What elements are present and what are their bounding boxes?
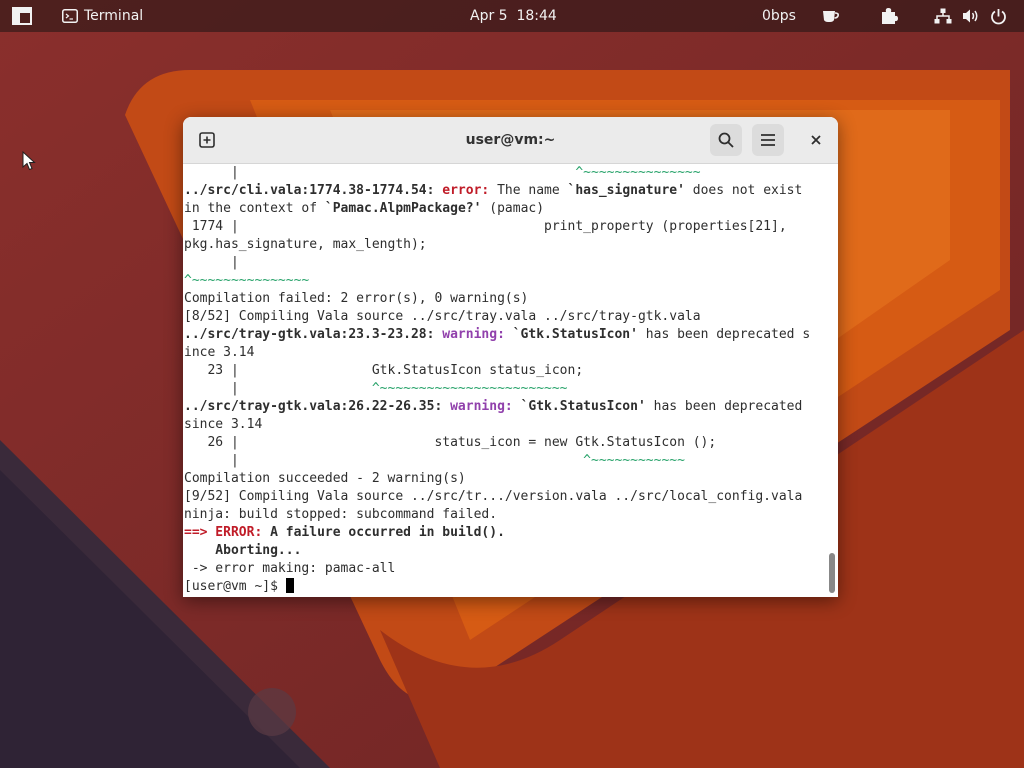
search-icon [718,132,734,148]
terminal-text-segment: does not exist [684,183,803,198]
terminal-text-segment: | [184,381,372,396]
terminal-line: ../src/cli.vala:1774.38-1774.54: error: … [183,182,823,200]
app-menu-label: Terminal [84,8,144,24]
terminal-text-segment: 1774 | print_property (properties[21], [184,219,787,234]
extensions-icon[interactable] [880,0,898,32]
terminal-line: since 3.14 [183,416,823,434]
terminal-text-segment: ../src/tray-gtk.vala:23.3-23.28: [184,327,443,342]
terminal-line: [8/52] Compiling Vala source ../src/tray… [183,308,823,326]
network-icon[interactable] [934,0,952,32]
terminal-text-segment: Compilation succeeded - 2 warning(s) [184,471,466,486]
volume-icon[interactable] [962,0,980,32]
terminal-line: | ^~~~~~~~~~~~~~~~ [183,164,823,182]
new-tab-button[interactable] [191,124,223,156]
terminal-line: Aborting... [183,542,823,560]
terminal-line: ninja: build stopped: subcommand failed. [183,506,823,524]
text-cursor [285,578,294,593]
terminal-text-segment: ^~~~~~~~~~~~~ [583,453,685,468]
terminal-text-segment: (pamac) [481,201,545,216]
terminal-line: | [183,254,823,272]
menu-button[interactable] [752,124,784,156]
terminal-text-segment: The name [489,183,568,198]
terminal-text-segment: `Gtk.StatusIcon' [512,327,638,342]
terminal-line: ince 3.14 [183,344,823,362]
terminal-text-segment: | [184,255,239,270]
app-menu[interactable]: Terminal [62,0,143,32]
terminal-text-segment: `Pamac.AlpmPackage?' [324,201,482,216]
terminal-lines: | ^~~~~~~~~~~~~~~~ ../src/cli.vala:1774.3… [183,164,823,578]
new-tab-icon [199,132,215,148]
terminal-line: | ^~~~~~~~~~~~~ [183,452,823,470]
scrollbar-thumb[interactable] [829,553,835,593]
terminal-icon [62,9,78,23]
shell-prompt: [user@vm ~]$ [184,579,286,594]
clock-label: Apr 5 18:44 [470,8,557,24]
search-button[interactable] [710,124,742,156]
terminal-text-segment: | [184,165,576,180]
terminal-text-segment: 26 | status_icon = new Gtk.StatusIcon ()… [184,435,717,450]
terminal-text-segment: ninja: build stopped: subcommand failed. [184,507,498,522]
activities-icon[interactable] [12,0,32,32]
terminal-text-segment: [8/52] Compiling Vala source ../src/tray… [184,309,701,324]
terminal-text-segment: ../src/cli.vala:1774.38-1774.54: [184,183,443,198]
terminal-line: -> error making: pamac-all [183,560,823,578]
close-icon [811,135,821,145]
coffee-icon[interactable] [822,0,840,32]
terminal-text-segment: has been deprecated [645,399,803,414]
terminal-line: [9/52] Compiling Vala source ../src/tr..… [183,488,823,506]
window-title: user@vm:~ [465,132,556,148]
terminal-text-segment: -> error making: pamac-all [184,561,396,576]
terminal-line: | ^~~~~~~~~~~~~~~~~~~~~~~~~ [183,380,823,398]
terminal-text-segment: `Gtk.StatusIcon' [520,399,646,414]
terminal-line: in the context of `Pamac.AlpmPackage?' (… [183,200,823,218]
terminal-text-segment: | [184,453,584,468]
terminal-line: 1774 | print_property (properties[21], [183,218,823,236]
terminal-text-segment: ^~~~~~~~~~~~~~~~~~~~~~~~~ [371,381,568,396]
top-bar: Terminal Apr 5 18:44 0bps [0,0,1024,32]
terminal-line: pkg.has_signature, max_length); [183,236,823,254]
terminal-line: ../src/tray-gtk.vala:26.22-26.35: warnin… [183,398,823,416]
terminal-line: ==> ERROR: A failure occurred in build()… [183,524,823,542]
terminal-text-segment: ../src/tray-gtk.vala:26.22-26.35: [184,399,451,414]
terminal-text-segment: in the context of [184,201,325,216]
terminal-text-segment: pkg.has_signature, max_length); [184,237,427,252]
terminal-line: 26 | status_icon = new Gtk.StatusIcon ()… [183,434,823,452]
terminal-text-segment: Compilation failed: 2 error(s), 0 warnin… [184,291,529,306]
clock[interactable]: Apr 5 18:44 [470,0,557,32]
terminal-text-segment: ^~~~~~~~~~~~~~~~ [575,165,701,180]
terminal-line: Compilation succeeded - 2 warning(s) [183,470,823,488]
terminal-window[interactable]: user@vm:~ | ^~~~~~~~~~~~~~~~ ../src/cli.… [183,117,838,597]
terminal-line: ../src/tray-gtk.vala:23.3-23.28: warning… [183,326,823,344]
terminal-text-segment: ^~~~~~~~~~~~~~~~ [184,273,310,288]
terminal-text-segment: ince 3.14 [184,345,255,360]
prompt-line[interactable]: [user@vm ~]$ [183,578,823,596]
terminal-line: ^~~~~~~~~~~~~~~~ [183,272,823,290]
terminal-text-segment: 23 | Gtk.StatusIcon status_icon; [184,363,584,378]
mouse-pointer-icon [22,151,36,171]
close-button[interactable] [800,124,832,156]
net-speed-indicator[interactable]: 0bps [762,0,796,32]
window-titlebar[interactable]: user@vm:~ [183,117,838,164]
terminal-text-segment: ==> ERROR: [184,525,263,540]
terminal-text-segment: `has_signature' [567,183,685,198]
terminal-text-segment: Aborting... [184,543,302,558]
terminal-text-segment: warning: [450,399,513,414]
terminal-text-segment: since 3.14 [184,417,263,432]
power-icon[interactable] [990,0,1007,32]
terminal-text-segment: has been deprecated s [637,327,811,342]
terminal-line: Compilation failed: 2 error(s), 0 warnin… [183,290,823,308]
terminal-text-segment: warning: [442,327,505,342]
terminal-text-segment: A failure occurred in build(). [262,525,505,540]
net-speed-label: 0bps [762,8,796,24]
terminal-output[interactable]: | ^~~~~~~~~~~~~~~~ ../src/cli.vala:1774.3… [183,164,823,597]
terminal-text-segment: [9/52] Compiling Vala source ../src/tr..… [184,489,803,504]
terminal-text-segment: error: [442,183,490,198]
hamburger-menu-icon [761,134,775,146]
terminal-line: 23 | Gtk.StatusIcon status_icon; [183,362,823,380]
